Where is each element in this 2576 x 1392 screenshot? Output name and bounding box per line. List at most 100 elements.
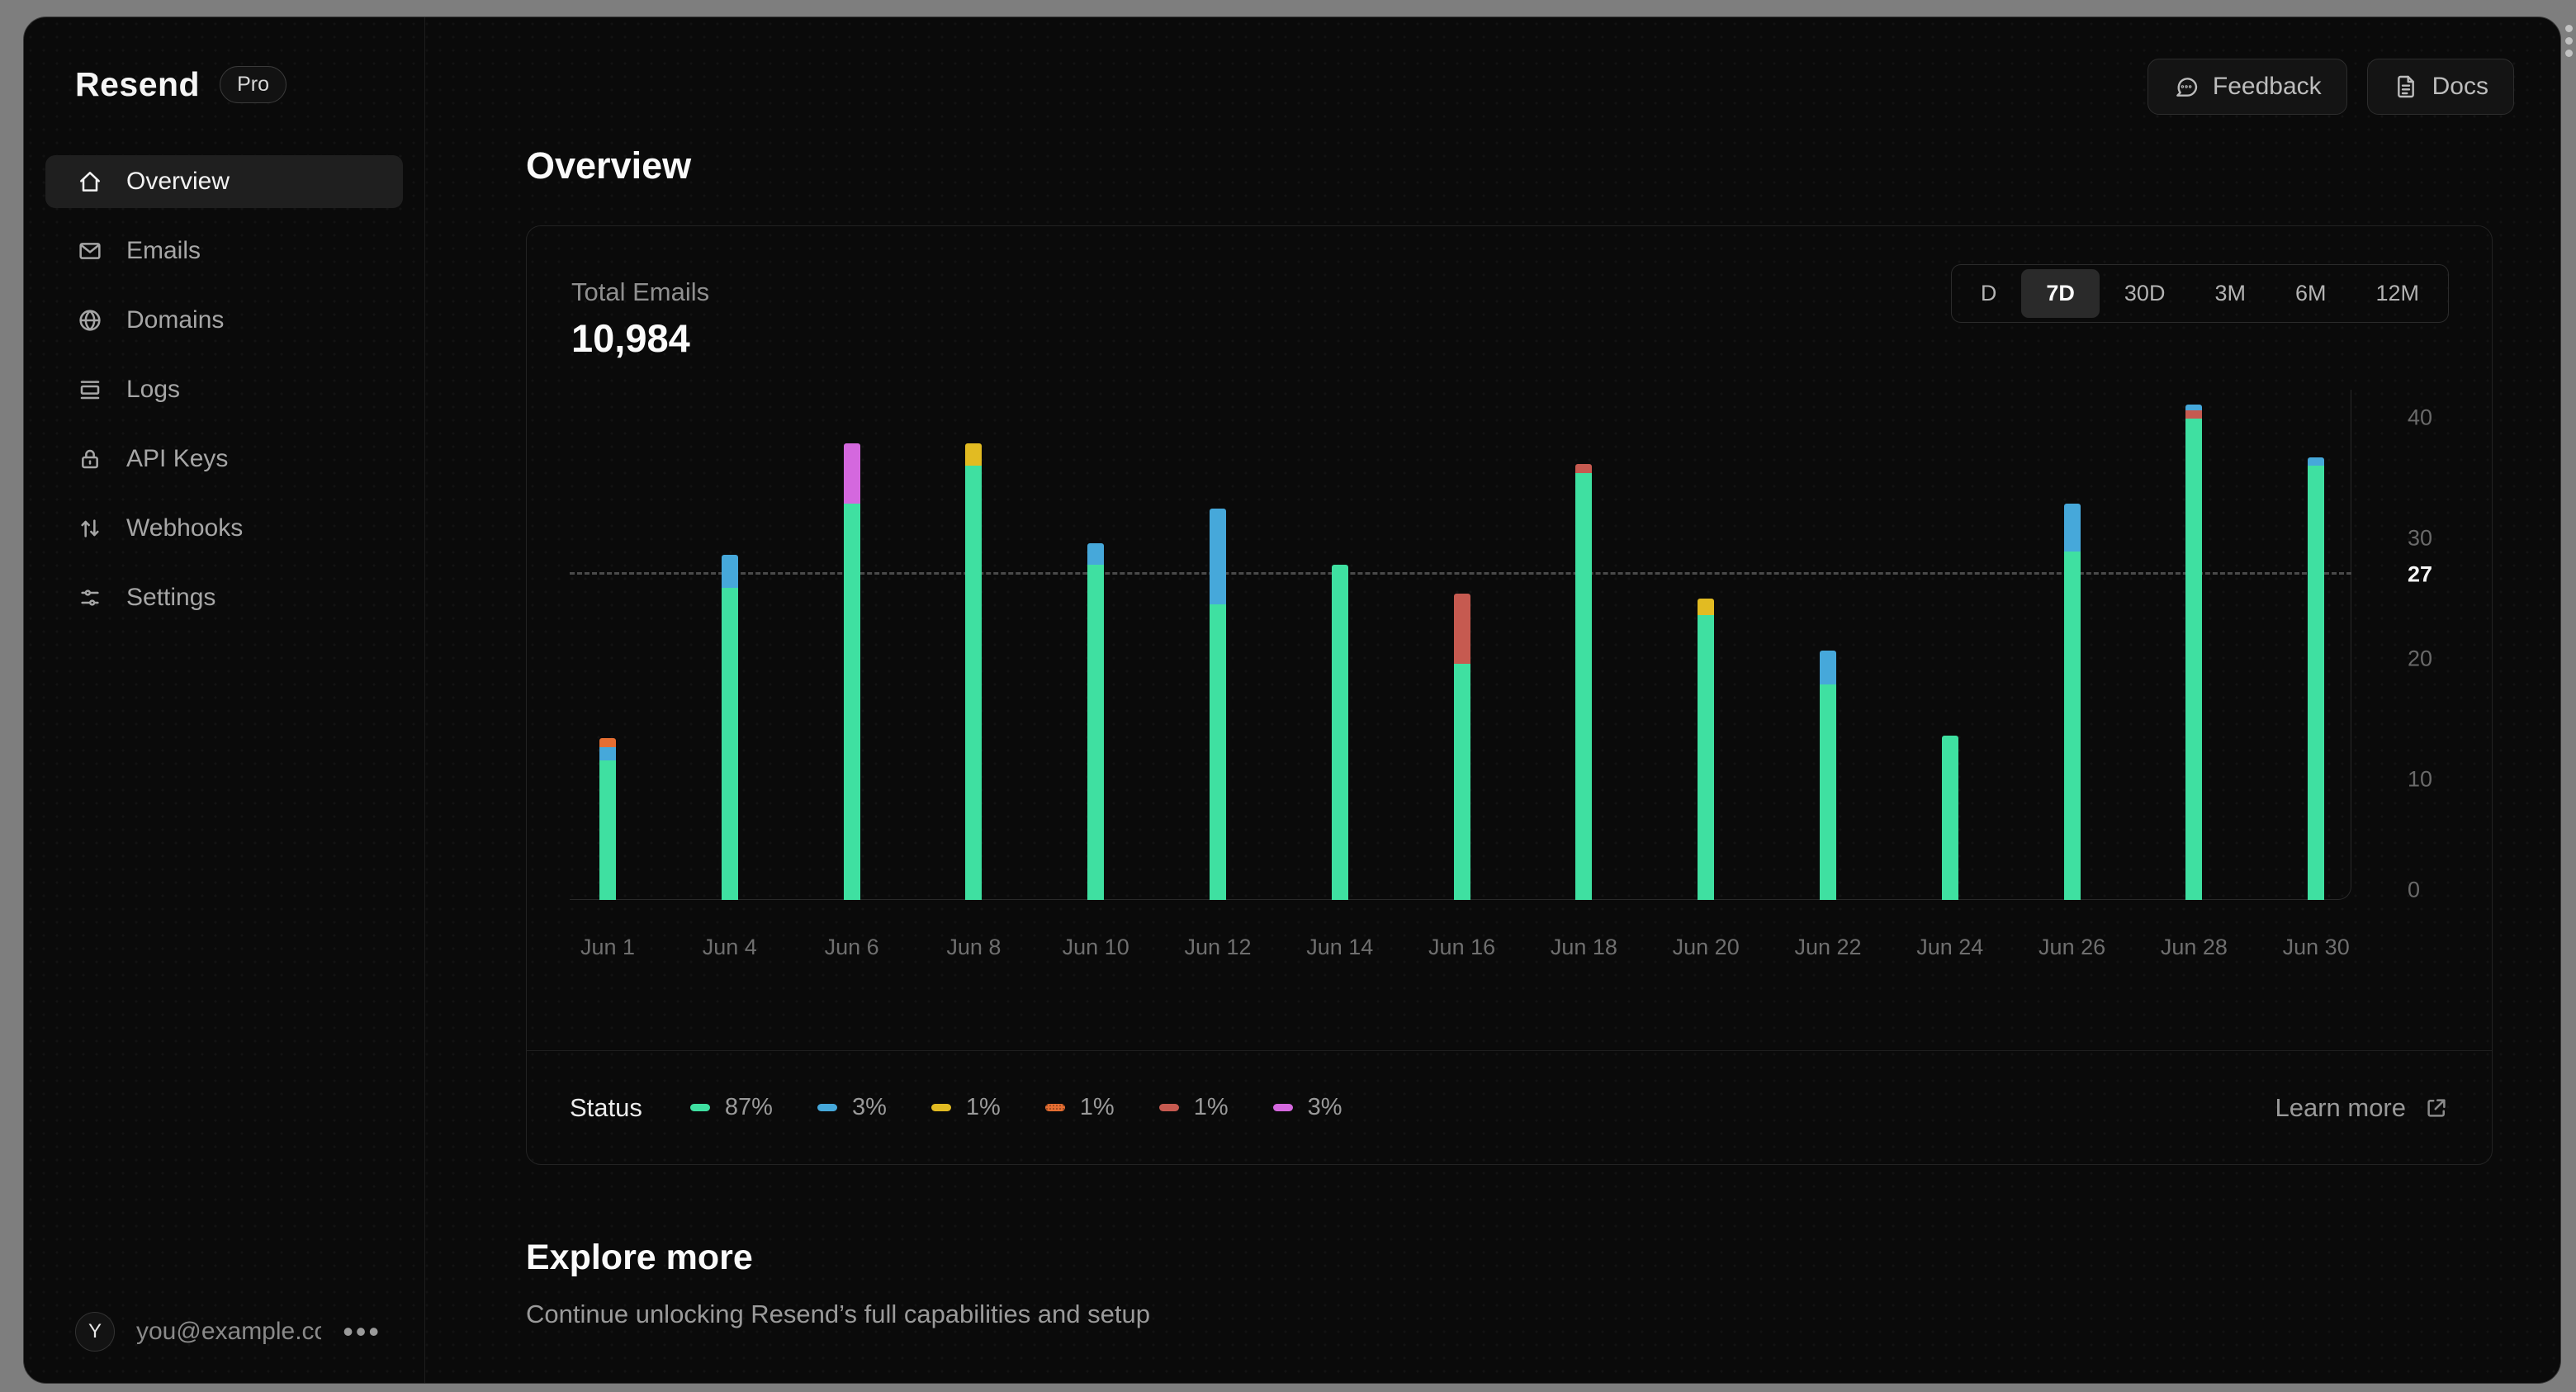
x-axis-label: Jun 20 xyxy=(1672,935,1740,959)
sidebar-item-label: Webhooks xyxy=(126,514,244,542)
docs-label: Docs xyxy=(2432,73,2488,100)
range-option-6m[interactable]: 6M xyxy=(2271,269,2351,318)
plan-badge: Pro xyxy=(220,66,287,103)
bar-jun-10[interactable]: Jun 10 xyxy=(1063,542,1129,959)
legend-swatch-green xyxy=(689,1104,710,1111)
bar-jun-8[interactable]: Jun 8 xyxy=(946,443,1001,959)
sidebar-item-label: Domains xyxy=(126,306,225,334)
metric-label: Total Emails xyxy=(571,277,710,306)
legend-item-red: 1% xyxy=(1158,1094,1229,1121)
sidebar-item-settings[interactable]: Settings xyxy=(45,571,403,624)
arrows-icon xyxy=(81,519,99,537)
bar-jun-6[interactable]: Jun 6 xyxy=(825,443,879,959)
x-axis-label: Jun 8 xyxy=(946,935,1002,959)
y-axis-tick-0: 0 xyxy=(2408,877,2421,902)
bar-jun-24[interactable]: Jun 24 xyxy=(1916,736,1983,959)
legend-item-blue: 3% xyxy=(817,1094,887,1121)
bar-jun-16[interactable]: Jun 16 xyxy=(1428,594,1495,959)
y-axis-tick-10: 10 xyxy=(2408,766,2433,792)
legend-swatch-red xyxy=(1158,1104,1179,1111)
sidebar-item-domains[interactable]: Domains xyxy=(45,294,403,347)
bar-segment-green xyxy=(721,587,738,900)
page-title: Overview xyxy=(526,144,692,187)
account-row[interactable]: Y you@example.com ••• xyxy=(24,1312,424,1352)
feedback-label: Feedback xyxy=(2212,73,2322,100)
bar-segment-green xyxy=(1453,663,1470,900)
mail-icon xyxy=(79,243,101,259)
bar-jun-18[interactable]: Jun 18 xyxy=(1551,463,1617,959)
bar-segment-green xyxy=(1210,604,1226,900)
bar-jun-28[interactable]: Jun 28 xyxy=(2161,404,2228,959)
learn-more-label: Learn more xyxy=(2275,1092,2406,1122)
bar-segment-green xyxy=(1698,615,1715,900)
legend-row: Status 87% 3% 1% 1% 1% 3% Learn more xyxy=(527,1050,2492,1164)
bar-jun-26[interactable]: Jun 26 xyxy=(2039,503,2105,959)
y-axis-tick-27: 27 xyxy=(2408,561,2433,587)
legend-percent: 1% xyxy=(1193,1094,1229,1120)
range-option-30d[interactable]: 30D xyxy=(2100,269,2190,318)
explore-subtitle: Continue unlocking Resend’s full capabil… xyxy=(526,1300,1150,1328)
bar-segment-blue xyxy=(1820,650,1836,684)
average-dashed-line xyxy=(570,571,2351,575)
home-icon xyxy=(80,172,100,192)
legend-item-orange: 1% xyxy=(1044,1094,1115,1121)
main-content: Feedback Docs Overview Total Emails 10,9… xyxy=(425,17,2560,1383)
range-option-7d[interactable]: 7D xyxy=(2021,269,2100,318)
bar-segment-green xyxy=(1331,565,1348,900)
legend-percent: 1% xyxy=(965,1094,1001,1120)
legend-percent: 1% xyxy=(1079,1094,1115,1120)
legend-swatch-orange xyxy=(1044,1104,1065,1111)
legend-swatch-yellow xyxy=(930,1104,951,1111)
feedback-button[interactable]: Feedback xyxy=(2147,59,2347,115)
total-emails-card: Total Emails 10,984 D 7D 30D 3M 6M 12M 40 30 27… xyxy=(526,225,2493,1165)
bar-jun-20[interactable]: Jun 20 xyxy=(1673,599,1740,959)
account-email: you@example.com xyxy=(136,1318,321,1345)
bar-segment-blue xyxy=(2308,457,2325,466)
sidebar-item-label: Logs xyxy=(126,376,181,403)
x-axis-label: Jun 6 xyxy=(824,935,879,959)
bar-jun-4[interactable]: Jun 4 xyxy=(703,555,757,959)
app-logo: Resend xyxy=(75,65,201,103)
bar-jun-30[interactable]: Jun 30 xyxy=(2283,457,2350,959)
range-option-3m[interactable]: 3M xyxy=(2190,269,2271,318)
bar-segment-blue xyxy=(1087,542,1105,566)
bar-jun-22[interactable]: Jun 22 xyxy=(1794,650,1862,959)
bar-segment-yellow xyxy=(965,443,983,466)
sidebar-item-overview[interactable]: Overview xyxy=(45,155,403,208)
legend-item-yellow: 1% xyxy=(930,1094,1001,1121)
logs-icon xyxy=(80,381,100,400)
range-selector: D 7D 30D 3M 6M 12M xyxy=(1950,264,2449,323)
sidebar-item-webhooks[interactable]: Webhooks xyxy=(45,502,403,555)
x-axis-label: Jun 18 xyxy=(1550,935,1617,959)
bar-jun-1[interactable]: Jun 1 xyxy=(580,738,635,959)
sidebar-item-label: API Keys xyxy=(126,445,229,472)
x-axis-label: Jun 22 xyxy=(1794,935,1862,959)
explore-section: Explore more Continue unlocking Resend’s… xyxy=(526,1238,2560,1329)
avatar[interactable]: Y xyxy=(75,1312,115,1352)
emails-bar-chart: 40 30 27 20 10 0 Jun 1 Jun 4 Jun 6 Jun 8 Jun 10 Jun… xyxy=(570,390,2432,959)
bar-segment-red xyxy=(2185,410,2203,419)
bar-jun-12[interactable]: Jun 12 xyxy=(1184,508,1252,959)
feedback-bubble-icon xyxy=(2176,78,2198,97)
sidebar-item-label: Settings xyxy=(126,584,216,611)
learn-more-link[interactable]: Learn more xyxy=(2275,1093,2449,1123)
sidebar: Resend Pro Overview Emails Domains Logs API … xyxy=(24,17,425,1383)
sidebar-item-emails[interactable]: Emails xyxy=(45,225,403,277)
bar-jun-14[interactable]: Jun 14 xyxy=(1306,565,1373,959)
bar-segment-green xyxy=(1575,473,1593,900)
bar-segment-green xyxy=(2185,419,2203,900)
legend-swatch-purple xyxy=(1272,1104,1293,1111)
app-window: Resend Pro Overview Emails Domains Logs API … xyxy=(23,17,2561,1384)
bar-segment-green xyxy=(1941,736,1958,900)
docs-button[interactable]: Docs xyxy=(2366,59,2514,115)
legend-percent: 87% xyxy=(724,1094,773,1120)
x-axis-label: Jun 30 xyxy=(2282,935,2350,959)
topbar: Feedback Docs xyxy=(425,17,2560,115)
sidebar-item-logs[interactable]: Logs xyxy=(45,363,403,416)
range-option-d[interactable]: D xyxy=(1956,269,2022,318)
range-option-12m[interactable]: 12M xyxy=(2351,269,2444,318)
bar-segment-orange xyxy=(599,738,616,747)
sidebar-item-api-keys[interactable]: API Keys xyxy=(45,433,403,485)
account-menu-icon[interactable]: ••• xyxy=(343,1317,381,1347)
bar-segment-purple xyxy=(843,443,860,504)
